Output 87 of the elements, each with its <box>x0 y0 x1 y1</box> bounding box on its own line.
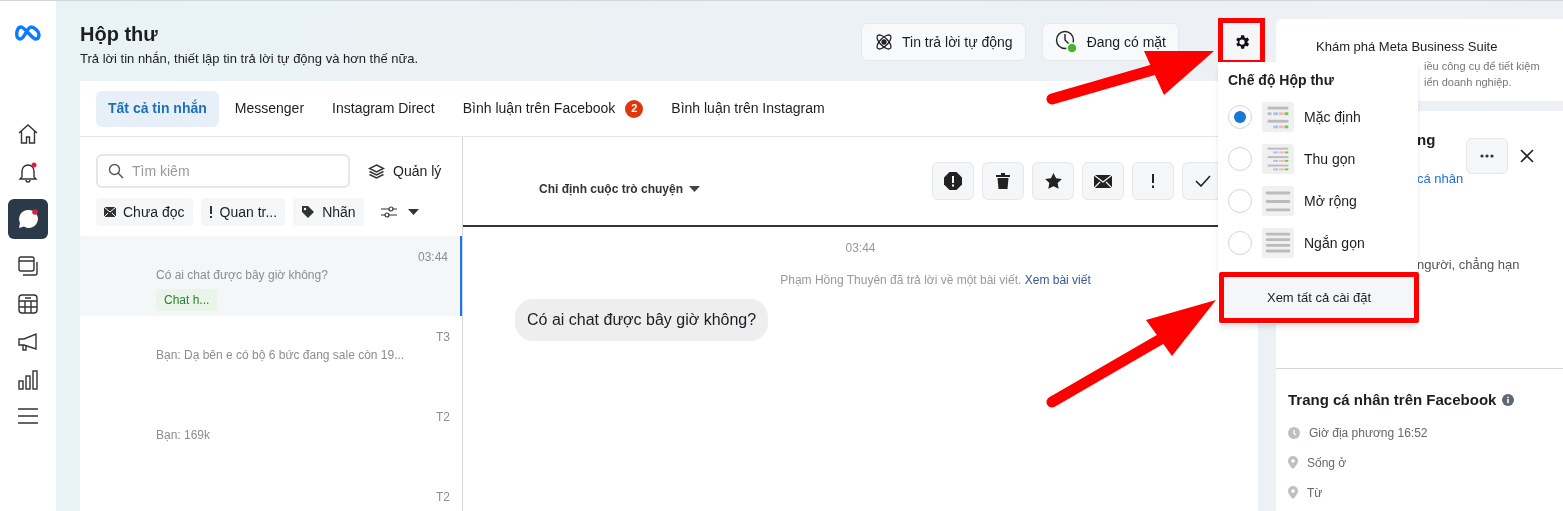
profile-detail: Từ <box>1307 484 1323 502</box>
chat-icon[interactable] <box>8 199 48 239</box>
menu-title: Chế độ Hộp thư <box>1227 71 1335 90</box>
message-bubble: Có ai chat được bây giờ không? <box>515 299 769 341</box>
settings-button[interactable] <box>1218 18 1265 65</box>
caret-icon <box>407 209 419 215</box>
message-preview: Bạn: 169k <box>156 427 212 444</box>
star-icon <box>1044 173 1062 189</box>
envelope-icon <box>1094 174 1112 188</box>
contact-text: người, chẳng hạn <box>1417 256 1520 274</box>
tab[interactable]: Bình luận trên Instagram <box>659 90 837 127</box>
bell-icon[interactable] <box>17 161 39 183</box>
layout-option[interactable]: Mặc định <box>1228 101 1408 133</box>
status-button[interactable]: Đang có mặt <box>1041 23 1179 61</box>
conversation-tag: Chat h... <box>156 289 218 311</box>
tab[interactable]: Messenger <box>222 90 317 127</box>
layout-option[interactable]: Thu gọn <box>1228 143 1408 175</box>
search-field[interactable]: Tìm kiêm <box>96 154 350 188</box>
count-badge: 2 <box>625 99 644 118</box>
conversation-item[interactable]: Bạn: Dạ bên e có bộ 6 bức đang sale còn 19... T3 <box>80 316 462 396</box>
alert-icon <box>944 172 962 190</box>
filter-chip[interactable]: Nhãn <box>293 198 364 226</box>
unread-button[interactable] <box>1082 162 1124 200</box>
filter-chip[interactable]: Quan tr... <box>200 198 286 226</box>
contact-heading: ng <box>1417 130 1436 150</box>
page-subtitle: Trả lời tin nhắn, thiết lập tin trả lời tự động và hơn thế nữa. <box>80 50 420 68</box>
atom-icon <box>874 32 894 52</box>
layout-thumbnail-icon <box>1262 101 1294 133</box>
promo-text: iều công cụ để tiết kiệm <box>1424 58 1541 74</box>
conversation-time: T2 <box>436 409 450 426</box>
layout-option[interactable]: Ngắn gọn <box>1228 227 1408 259</box>
conversation-time: T3 <box>436 329 450 346</box>
layout-thumbnail-icon <box>1262 143 1294 175</box>
layout-thumbnail-icon <box>1262 185 1294 217</box>
envelope-icon <box>104 207 116 217</box>
message-preview: Bạn: Dạ bên e có bộ 6 bức đang sale còn 19... <box>156 347 406 364</box>
clock-status-icon <box>1054 30 1079 54</box>
megaphone-icon[interactable] <box>17 331 39 353</box>
star-button[interactable] <box>1032 162 1074 200</box>
sliders-icon <box>379 205 398 219</box>
message-time: 03:44 <box>845 240 876 257</box>
bar-chart-icon[interactable] <box>17 369 39 391</box>
filter-chip[interactable]: Chưa đọc <box>96 198 193 226</box>
conversation-item[interactable]: Có ai chat được bây giờ không? Chat h... 03:44 <box>80 236 462 316</box>
more-icon <box>1480 154 1494 158</box>
tab[interactable]: Instagram Direct <box>320 90 447 127</box>
clock-icon <box>1288 426 1300 439</box>
conversation-time: T2 <box>436 489 450 506</box>
caret-icon <box>689 186 700 192</box>
spam-button[interactable] <box>932 162 974 200</box>
profile-title: Trang cá nhân trên Facebook <box>1288 390 1497 410</box>
meta-logo <box>15 25 41 41</box>
all-settings-button[interactable]: Xem tất cả cài đặt <box>1219 272 1419 323</box>
profile-link[interactable]: cá nhân <box>1417 169 1464 189</box>
manage-button[interactable]: Quản lý <box>368 160 442 182</box>
layout-thumbnail-icon <box>1262 227 1294 259</box>
promo-text: iển doanh nghiệp. <box>1424 74 1513 90</box>
info-icon <box>1502 394 1515 407</box>
profile-detail: Sống ở <box>1307 454 1347 472</box>
layout-option[interactable]: Mở rộng <box>1228 185 1408 217</box>
layers-icon <box>368 163 385 179</box>
close-icon[interactable] <box>1520 149 1534 163</box>
auto-reply-button[interactable]: Tin trả lời tự động <box>861 23 1026 61</box>
checkmark-icon <box>1195 175 1211 187</box>
table-icon[interactable] <box>17 293 39 315</box>
home-icon[interactable] <box>17 123 39 145</box>
tab[interactable]: Tất cả tin nhắn <box>96 90 219 127</box>
assign-conversation-dropdown[interactable]: Chỉ định cuộc trò chuyện <box>539 180 700 198</box>
trash-icon <box>996 173 1010 189</box>
tab[interactable]: Bình luận trên Facebook 2 <box>450 90 656 127</box>
view-post-link[interactable]: Xem bài viết <box>1024 273 1091 287</box>
exclamation-icon <box>1151 174 1155 188</box>
location-pin-icon <box>1288 456 1298 469</box>
exclamation-icon <box>208 206 213 218</box>
profile-detail: Giờ địa phương 16:52 <box>1309 424 1428 442</box>
conversation-time: 03:44 <box>417 249 448 266</box>
tag-icon <box>301 205 316 219</box>
message-preview: Có ai chat được bây giờ không? <box>156 267 329 284</box>
menu-icon[interactable] <box>17 407 39 425</box>
search-icon <box>108 163 124 179</box>
location-pin-icon <box>1288 486 1298 499</box>
conversation-item[interactable]: Bạn: 169k T2 <box>80 396 462 476</box>
promo-title: Khám phá Meta Business Suite <box>1316 38 1498 56</box>
windows-icon[interactable] <box>17 255 39 277</box>
page-title: Hộp thư <box>80 22 159 47</box>
reply-notice: Phạm Hồng Thuyên đã trả lời về một bài viết. Xem bài viết <box>780 272 1091 289</box>
delete-button[interactable] <box>982 162 1024 200</box>
